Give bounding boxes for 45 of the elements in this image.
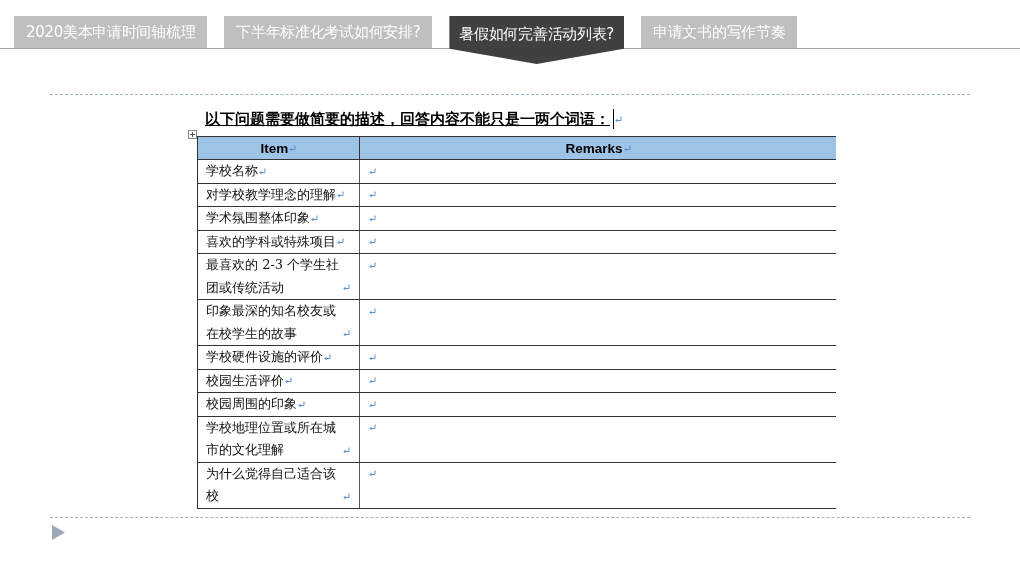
paragraph-mark-icon	[324, 353, 331, 361]
tab[interactable]: 2020美本申请时间轴梳理	[14, 16, 208, 48]
column-header: Item	[197, 136, 360, 160]
table-cell-text: 印象最深的知名校友或在校学生的故事	[206, 302, 337, 343]
paragraph-mark-icon	[343, 330, 350, 337]
paragraph-mark-icon	[337, 238, 344, 245]
paragraph-mark-icon	[285, 377, 292, 384]
table-cell-text: 学术氛围整体印象	[206, 209, 310, 227]
heading: 以下问题需要做简要的描述，回答内容不能只是一两个词语：	[205, 109, 610, 129]
paragraph-mark-icon	[369, 307, 376, 315]
tab[interactable]: 暑假如何完善活动列表?	[449, 16, 624, 64]
paragraph-mark-icon	[623, 145, 631, 153]
table-cell-text: 校园周围的印象	[206, 395, 297, 413]
table-cell-text: 学校硬件设施的评价	[206, 348, 323, 366]
table-cell-text: 最喜欢的 2-3 个学生社团或传统活动	[206, 256, 341, 297]
paragraph-mark-icon	[343, 284, 350, 291]
paragraph-mark-icon	[298, 400, 305, 408]
table-cell-text: 喜欢的学科或特殊项目	[206, 232, 336, 251]
paragraph-mark-icon	[369, 261, 376, 269]
paragraph-mark-icon	[369, 167, 376, 175]
paragraph-mark-icon	[343, 446, 350, 454]
table-cell-text: 学校地理位置或所在城市的文化理解	[206, 418, 337, 459]
paragraph-mark-icon	[369, 400, 376, 408]
text-cursor-icon	[613, 109, 614, 129]
paragraph-mark-icon	[369, 470, 376, 477]
tab[interactable]: 申请文书的写作节奏	[641, 16, 798, 48]
paragraph-mark-icon	[289, 145, 297, 153]
table-move-handle-icon[interactable]	[188, 130, 197, 139]
table-cell-text: 对学校教学理念的理解	[206, 185, 336, 204]
paragraph-mark-icon	[369, 214, 376, 222]
paragraph-mark-icon	[369, 424, 376, 431]
paragraph-mark-icon	[343, 492, 350, 500]
table-cell-text: 校园生活评价	[206, 371, 284, 390]
paragraph-mark-icon	[337, 191, 344, 198]
table-cell-text: 学校名称	[206, 162, 258, 180]
column-header: Remarks	[359, 136, 836, 160]
tab[interactable]: 下半年标准化考试如何安排?	[224, 16, 433, 48]
paragraph-mark-icon	[259, 167, 266, 175]
paragraph-mark-icon	[369, 377, 376, 384]
table-cell-text: 为什么觉得自己适合该校	[206, 464, 337, 505]
paragraph-mark-icon	[369, 353, 376, 361]
paragraph-mark-icon	[311, 214, 318, 222]
paragraph-mark-icon	[615, 115, 622, 123]
paragraph-mark-icon	[369, 238, 376, 245]
paragraph-mark-icon	[369, 191, 376, 198]
